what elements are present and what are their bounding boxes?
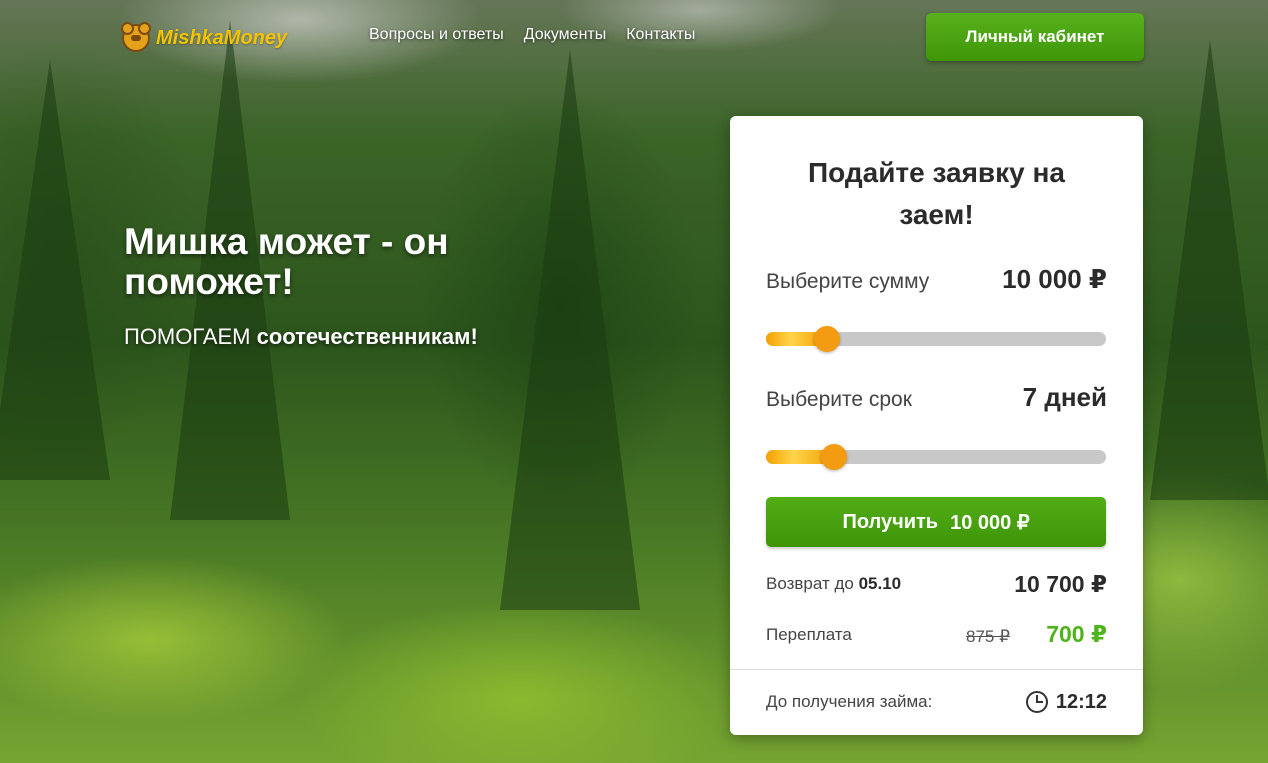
return-label-text: Возврат до xyxy=(766,574,859,593)
logo[interactable]: MishkaMoney xyxy=(121,22,288,52)
amount-value: 10 000 ₽ xyxy=(1002,264,1107,294)
divider xyxy=(730,669,1143,670)
overpayment-old-value: 875 ₽ xyxy=(966,627,1010,646)
hero-subtitle-plain: ПОМОГАЕМ xyxy=(124,324,257,349)
overpayment-label: Переплата xyxy=(766,625,852,644)
hero-title: Мишка может - он поможет! xyxy=(124,221,449,302)
return-label: Возврат до 05.10 xyxy=(766,574,901,594)
card-title: Подайте заявку на заем! xyxy=(807,157,1065,230)
get-loan-button[interactable]: Получить 10 000 ₽ xyxy=(766,497,1106,547)
amount-label: Выберите сумму xyxy=(766,270,930,293)
clock-icon xyxy=(1026,691,1048,713)
logo-text: MishkaMoney xyxy=(156,26,288,49)
term-value: 7 дней xyxy=(1022,382,1107,412)
nav-link-contacts[interactable]: Контакты xyxy=(626,26,695,44)
get-loan-button-amount: 10 000 ₽ xyxy=(950,511,1030,534)
amount-slider[interactable] xyxy=(766,326,1106,352)
time-until-loan-value: 12:12 xyxy=(1055,691,1107,713)
return-date: 05.10 xyxy=(858,574,902,593)
amount-slider-handle[interactable] xyxy=(814,326,841,352)
time-until-loan-label: До получения займа: xyxy=(766,692,933,711)
hero-subtitle-bold: соотечественникам! xyxy=(256,324,478,349)
term-label: Выберите срок xyxy=(766,388,912,411)
term-slider[interactable] xyxy=(766,444,1106,470)
loan-application-card: Подайте заявку на заем! Выберите сумму 1… xyxy=(730,116,1143,735)
term-slider-handle[interactable] xyxy=(821,444,847,470)
get-loan-button-label: Получить xyxy=(842,510,939,533)
personal-account-button[interactable]: Личный кабинет xyxy=(926,13,1144,61)
overpayment-new-value: 700 ₽ xyxy=(1046,621,1107,647)
return-value: 10 700 ₽ xyxy=(1014,571,1107,597)
nav-link-faq[interactable]: Вопросы и ответы xyxy=(369,26,504,44)
nav-link-documents[interactable]: Документы xyxy=(524,26,606,44)
main-nav: Вопросы и ответы Документы Контакты xyxy=(369,26,695,44)
bear-logo-icon xyxy=(121,22,151,52)
hero-subtitle: ПОМОГАЕМ соотечественникам! xyxy=(124,324,478,350)
